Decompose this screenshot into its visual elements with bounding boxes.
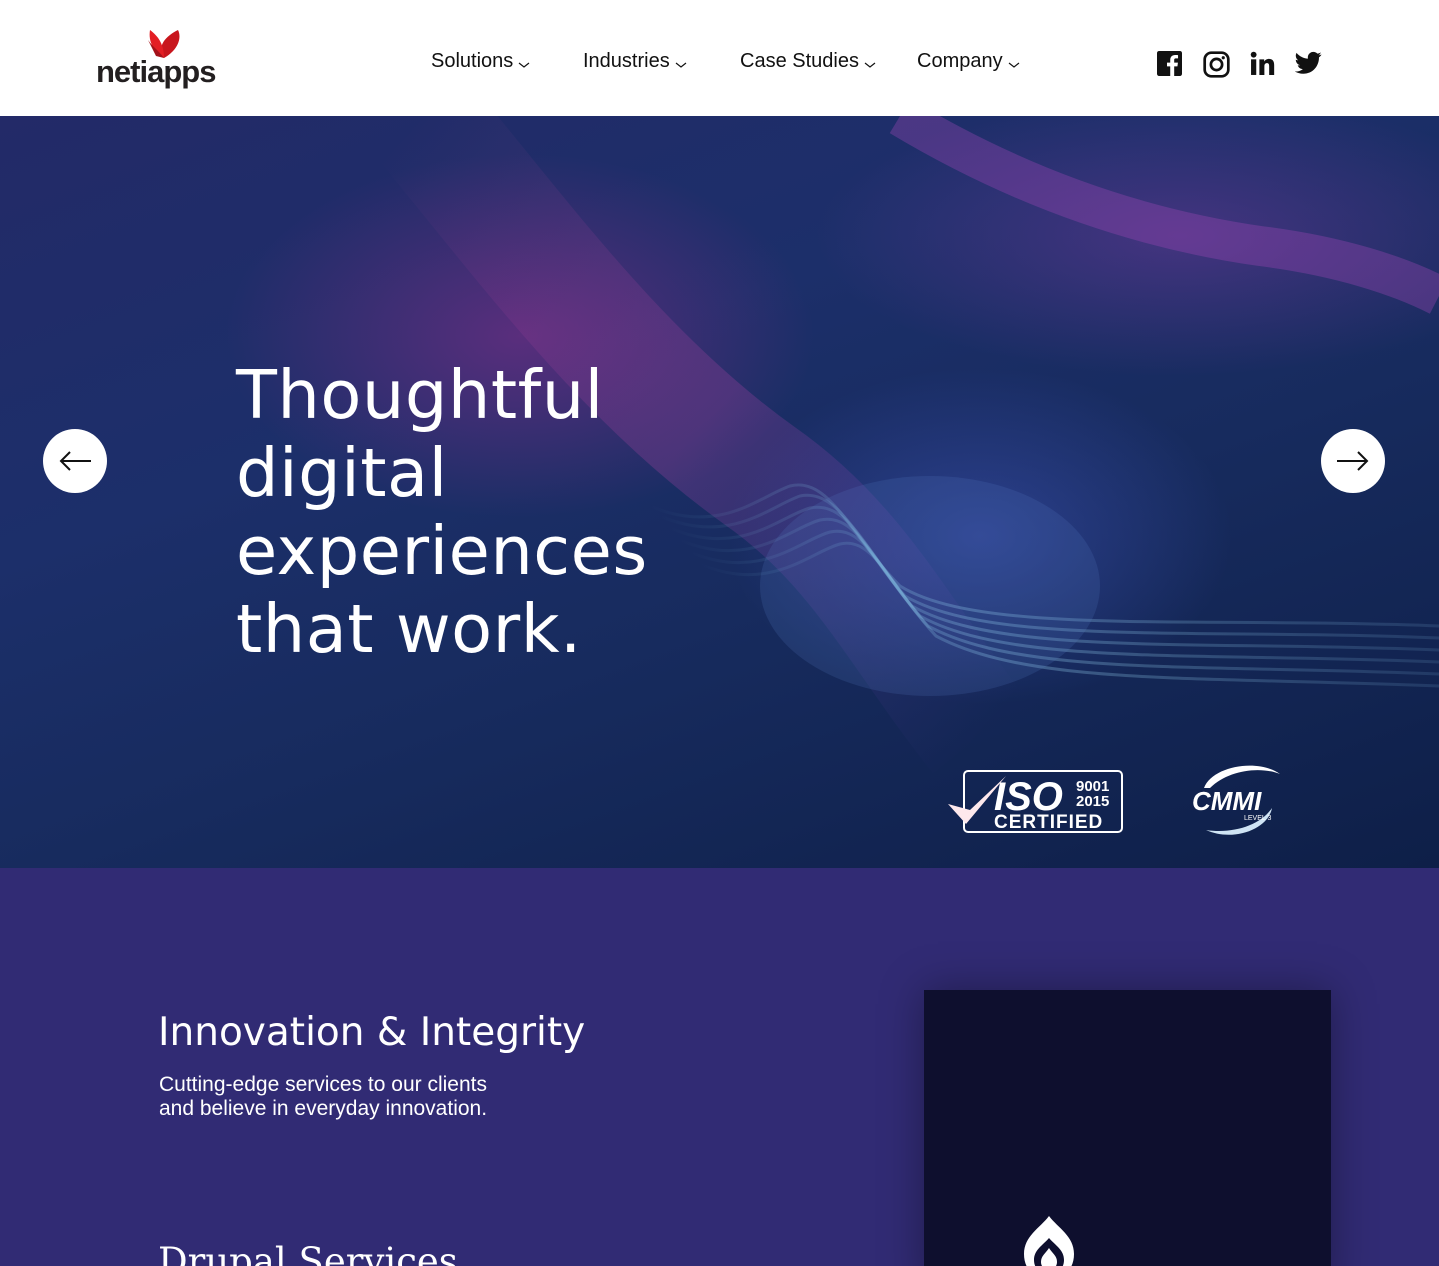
chevron-down-icon — [864, 62, 876, 68]
chevron-down-icon — [1008, 62, 1019, 68]
hero-banner: Thoughtful digital experiences that work… — [0, 116, 1439, 868]
instagram-link[interactable] — [1203, 51, 1230, 78]
innovation-section: Innovation & Integrity Cutting-edge serv… — [0, 868, 1439, 1266]
prev-slide-button[interactable] — [43, 429, 107, 493]
chevron-down-icon — [675, 62, 687, 68]
nav-label: Solutions — [431, 50, 514, 72]
twitter-icon — [1295, 51, 1322, 74]
linkedin-icon — [1250, 51, 1275, 75]
cmmi-level3-badge: CMMI LEVEL 3 — [1192, 765, 1280, 835]
iso-certified-text: CERTIFIED — [994, 812, 1103, 833]
cmmi-main-text: CMMI — [1192, 786, 1262, 816]
nav-company[interactable]: Company — [917, 50, 1020, 73]
section-description: Cutting-edge services to our clients and… — [159, 1073, 488, 1120]
iso-year-2: 2015 — [1076, 793, 1109, 810]
nav-label: Company — [917, 50, 1003, 72]
section-heading: Innovation & Integrity — [158, 1010, 586, 1055]
section-subheading: Drupal Services — [158, 1240, 458, 1266]
cmmi-level-text: LEVEL 3 — [1244, 815, 1271, 822]
twitter-link[interactable] — [1295, 51, 1322, 75]
nav-label: Case Studies — [740, 50, 859, 72]
arrow-left-icon — [59, 451, 91, 471]
drupal-icon — [1024, 1216, 1074, 1266]
next-slide-button[interactable] — [1321, 429, 1385, 493]
service-card — [924, 990, 1331, 1266]
netiapps-logo[interactable]: netiapps — [96, 28, 231, 90]
instagram-icon — [1203, 51, 1230, 78]
logo-text: netiapps — [96, 54, 216, 89]
linkedin-link[interactable] — [1250, 51, 1275, 76]
hero-title: Thoughtful digital experiences that work… — [236, 356, 648, 668]
chevron-down-icon — [518, 62, 530, 68]
nav-case-studies[interactable]: Case Studies — [740, 50, 876, 73]
nav-solutions[interactable]: Solutions — [431, 50, 530, 73]
nav-label: Industries — [583, 50, 670, 72]
facebook-link[interactable] — [1157, 51, 1182, 76]
nav-industries[interactable]: Industries — [583, 50, 687, 73]
facebook-icon — [1157, 51, 1182, 76]
arrow-right-icon — [1337, 451, 1369, 471]
site-header: netiapps Solutions Industries Case Studi… — [0, 0, 1439, 116]
iso-certified-badge: ISO 9001 2015 CERTIFIED — [948, 770, 1123, 833]
